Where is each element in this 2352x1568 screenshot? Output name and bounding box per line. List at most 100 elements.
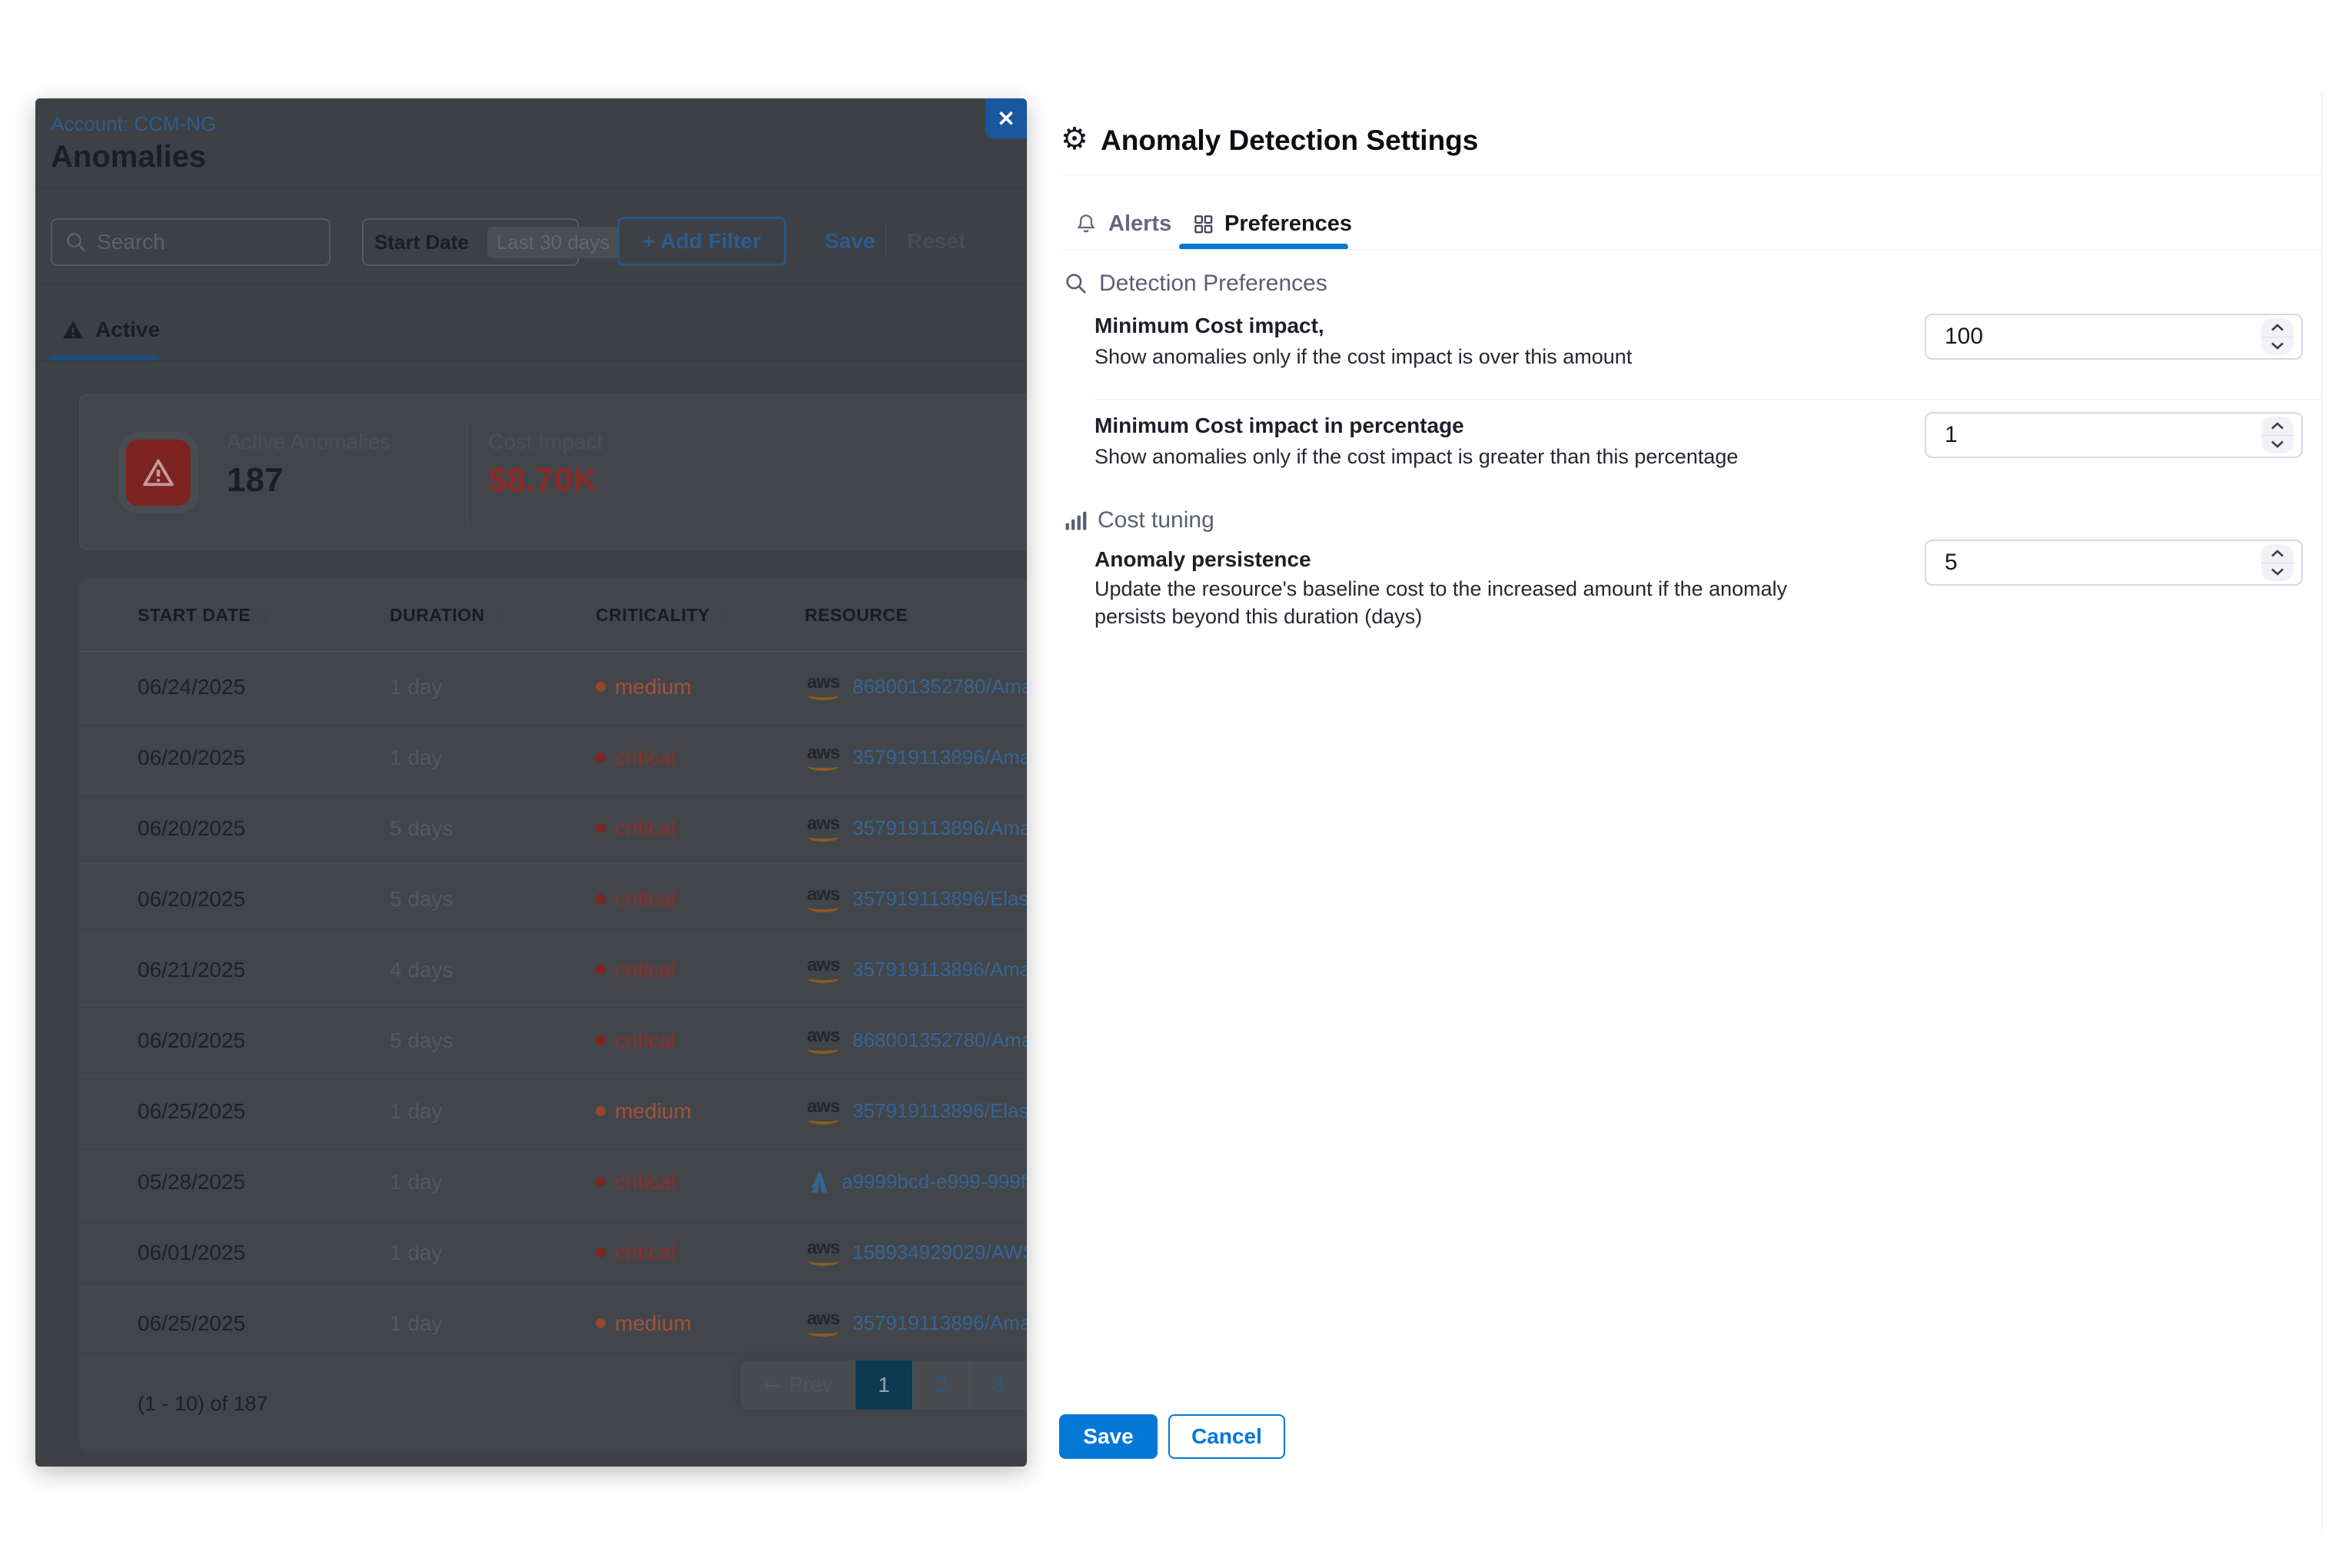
aws-icon: aws	[805, 745, 842, 771]
section-cost-tuning: Cost tuning	[1064, 507, 1214, 533]
table-row[interactable]: 06/20/2025 1 day critical aws 3579191138…	[79, 723, 1027, 793]
close-icon: ✕	[997, 106, 1015, 131]
resource-link[interactable]: 868001352780/Amazon	[852, 1028, 1027, 1052]
sort-icon[interactable]	[260, 606, 271, 623]
criticality-dot	[596, 1106, 606, 1116]
resource-link[interactable]: 868001352780/Amazon	[852, 675, 1027, 699]
prev-page-button[interactable]: ← Prev	[740, 1360, 855, 1410]
table-row[interactable]: 05/28/2025 1 day critical aws a9999bcd-e…	[79, 1147, 1027, 1218]
cell-duration: 1 day	[390, 746, 596, 770]
chevron-down-icon[interactable]	[2261, 563, 2294, 582]
bar-chart-icon	[1064, 509, 1087, 532]
account-breadcrumb[interactable]: Account: CCM-NG	[51, 112, 216, 136]
table-row[interactable]: 06/25/2025 1 day medium aws 357919113896…	[79, 1076, 1027, 1147]
resource-link[interactable]: 357919113896/Amazon	[852, 746, 1027, 769]
tab-resolved[interactable]: Resolved	[188, 304, 317, 355]
col-criticality[interactable]: CRITICALITY	[596, 605, 805, 626]
cell-resource: aws 357919113896/Amazon	[805, 745, 1027, 771]
resource-link[interactable]: 357919113896/Amazon	[852, 1311, 1027, 1335]
resource-link[interactable]: 158934929029/AWS Co	[852, 1241, 1027, 1264]
page-title: Anomalies	[51, 140, 206, 174]
criticality-dot	[596, 1247, 606, 1257]
add-filter-button[interactable]: + Add Filter	[617, 217, 786, 266]
tab-archived-ignored[interactable]: Archived/Ignored	[339, 304, 550, 355]
min-cost-impact-input[interactable]	[1926, 315, 2261, 358]
azure-icon	[805, 1169, 831, 1195]
tab-alerts-label: Alerts	[1108, 211, 1171, 237]
col-duration[interactable]: DURATION	[390, 605, 596, 626]
min-cost-percentage-input[interactable]	[1926, 414, 2261, 457]
chevron-up-icon[interactable]	[2261, 318, 2294, 337]
start-date-value[interactable]: Last 30 days	[487, 227, 619, 258]
anomaly-persistence-input[interactable]	[1926, 541, 2261, 584]
table-body: 06/24/2025 1 day medium aws 868001352780…	[79, 652, 1027, 1359]
search-input[interactable]	[97, 230, 317, 254]
table-row[interactable]: 06/20/2025 5 days critical aws 357919113…	[79, 864, 1027, 935]
cell-criticality: medium	[596, 675, 805, 699]
chevron-down-icon[interactable]	[2261, 337, 2294, 356]
cell-start-date: 06/01/2025	[138, 1241, 390, 1265]
col-start-date[interactable]: START DATE	[138, 605, 390, 626]
table-row[interactable]: 06/24/2025 1 day medium aws 868001352780…	[79, 652, 1027, 723]
page-button-3[interactable]: 3	[969, 1360, 1026, 1410]
resource-link[interactable]: 357919113896/Elastic Lo	[852, 887, 1027, 911]
cell-resource: aws 868001352780/Amazon	[805, 674, 1027, 700]
resource-link[interactable]: 357919113896/Amazon	[852, 816, 1027, 840]
cell-resource: aws 357919113896/Amazon	[805, 957, 1027, 983]
cell-start-date: 06/24/2025	[138, 675, 390, 699]
cell-resource: aws 357919113896/Amazon	[805, 816, 1027, 842]
cell-start-date: 06/25/2025	[138, 1099, 390, 1124]
cell-start-date: 06/21/2025	[138, 958, 390, 982]
reset-filter-link: Reset	[907, 229, 965, 254]
table-row[interactable]: 06/20/2025 5 days critical aws 357919113…	[79, 793, 1027, 864]
check-circle-icon	[188, 318, 211, 341]
anomaly-alert-badge	[126, 440, 191, 506]
page-button-1[interactable]: 1	[855, 1360, 912, 1410]
aws-icon: aws	[805, 1028, 842, 1054]
cell-criticality: critical	[596, 887, 805, 912]
min-cost-percentage-description: Show anomalies only if the cost impact i…	[1095, 443, 1863, 470]
tab-active[interactable]: Active	[61, 304, 160, 355]
resource-link[interactable]: 357919113896/Elastic Li	[852, 1099, 1027, 1123]
start-date-filter[interactable]: Start Date Last 30 days	[362, 218, 579, 266]
clock-ignored-icon	[339, 318, 362, 341]
chevron-up-icon[interactable]	[2261, 544, 2294, 563]
table-row[interactable]: 06/20/2025 5 days critical aws 868001352…	[79, 1005, 1027, 1076]
cancel-button[interactable]: Cancel	[1168, 1414, 1285, 1459]
close-button[interactable]: ✕	[985, 98, 1027, 138]
cell-duration: 1 day	[390, 1311, 596, 1336]
tabs-divider	[1062, 249, 2321, 250]
resource-link[interactable]: 357919113896/Amazon	[852, 958, 1027, 982]
cell-criticality: medium	[596, 1099, 805, 1124]
chevron-up-icon[interactable]	[2261, 417, 2294, 436]
resource-link[interactable]: a9999bcd-e999-999f-g	[842, 1170, 1027, 1194]
chevron-down-icon[interactable]	[2261, 436, 2294, 454]
save-button[interactable]: Save	[1059, 1414, 1158, 1459]
number-stepper[interactable]	[2261, 544, 2294, 581]
number-stepper[interactable]	[2261, 417, 2294, 453]
table-row[interactable]: 06/01/2025 1 day critical aws 1589349290…	[79, 1218, 1027, 1288]
active-tab-underline	[49, 355, 158, 360]
cell-resource: aws 868001352780/Amazon	[805, 1028, 1027, 1054]
anomaly-persistence-description: Update the resource's baseline cost to t…	[1095, 575, 1863, 630]
sort-icon[interactable]	[719, 606, 730, 623]
active-anomalies-label: Active Anomalies	[227, 430, 390, 454]
sort-icon[interactable]	[494, 606, 505, 623]
table-row[interactable]: 06/25/2025 1 day medium aws 357919113896…	[79, 1288, 1027, 1359]
criticality-dot	[596, 752, 606, 762]
cell-resource: aws 158934929029/AWS Co	[805, 1240, 1027, 1266]
title-divider	[1062, 174, 2321, 175]
tab-preferences[interactable]: Preferences	[1193, 206, 1352, 241]
search-input-box[interactable]	[51, 218, 331, 266]
aws-icon: aws	[805, 1240, 842, 1266]
number-stepper[interactable]	[2261, 318, 2294, 355]
anomaly-persistence-label: Anomaly persistence	[1095, 547, 1311, 572]
table-row[interactable]: 06/21/2025 4 days critical aws 357919113…	[79, 935, 1027, 1005]
page-button-2[interactable]: 2	[912, 1360, 969, 1410]
tab-alerts[interactable]: Alerts	[1075, 206, 1171, 241]
anomaly-persistence-input-wrap	[1925, 540, 2303, 586]
cell-duration: 1 day	[390, 1241, 596, 1265]
save-filter-link[interactable]: Save	[825, 229, 875, 254]
gear-icon: ⚙	[1061, 121, 1088, 157]
min-cost-impact-description: Show anomalies only if the cost impact i…	[1095, 343, 1863, 370]
